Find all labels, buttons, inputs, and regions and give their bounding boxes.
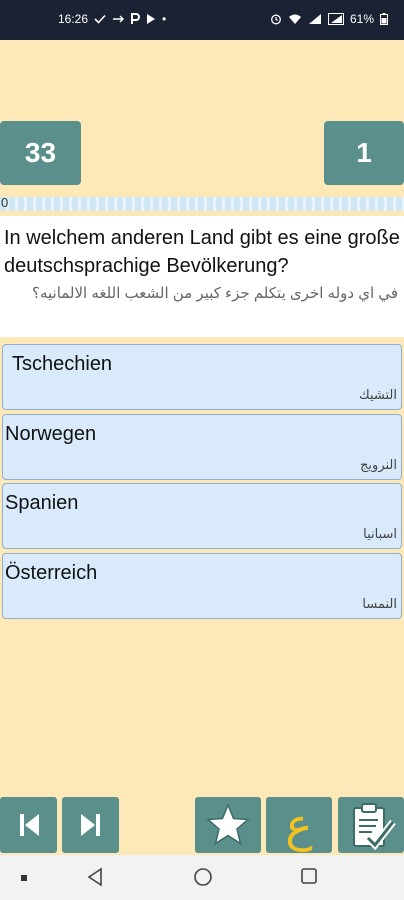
answer-text-german: Norwegen bbox=[5, 423, 97, 445]
answer-text-german: Österreich bbox=[5, 562, 98, 584]
question-card: In welchem anderen Land gibt es eine gro… bbox=[0, 216, 404, 337]
overview-icon[interactable] bbox=[300, 867, 318, 885]
answer-option-1[interactable]: Tschechien التشيك bbox=[2, 344, 402, 410]
wifi-icon bbox=[288, 14, 301, 24]
question-number-counter: 1 bbox=[324, 121, 404, 185]
signal-icon bbox=[308, 14, 321, 24]
check-answers-button[interactable] bbox=[338, 797, 404, 853]
recents-dot-icon[interactable] bbox=[20, 874, 28, 882]
answer-text-arabic: النمسا bbox=[362, 596, 397, 611]
battery-percent: 61% bbox=[349, 12, 374, 26]
answer-text-german: Tschechien bbox=[12, 353, 113, 375]
arabic-letter-icon: ع bbox=[285, 798, 313, 852]
status-left: 16:26 • bbox=[58, 12, 166, 26]
more-dot-icon: • bbox=[162, 12, 167, 26]
answer-option-3[interactable]: Spanien اسبانيا bbox=[2, 483, 402, 549]
skip-previous-icon bbox=[19, 814, 39, 836]
status-time: 16:26 bbox=[58, 12, 89, 26]
answer-text-arabic: التشيك bbox=[359, 387, 397, 402]
skip-next-icon bbox=[80, 814, 100, 836]
usb-icon bbox=[113, 15, 125, 23]
progress-label: 0 bbox=[1, 195, 9, 210]
clipboard-check-icon bbox=[353, 803, 396, 850]
translate-button[interactable]: ع bbox=[266, 797, 332, 853]
answer-text-arabic: اسبانيا bbox=[363, 526, 397, 541]
previous-question-button[interactable] bbox=[0, 797, 57, 853]
answer-option-4[interactable]: Österreich النمسا bbox=[2, 553, 402, 619]
star-icon bbox=[206, 803, 250, 846]
status-right: 61% bbox=[270, 12, 388, 26]
signal-icon-2 bbox=[327, 13, 344, 25]
answer-text-arabic: النرويج bbox=[360, 457, 397, 472]
answer-option-2[interactable]: Norwegen النرويج bbox=[2, 414, 402, 480]
favorite-button[interactable] bbox=[195, 797, 261, 853]
parking-icon bbox=[131, 13, 140, 24]
next-question-button[interactable] bbox=[62, 797, 119, 853]
question-total-counter: 33 bbox=[0, 121, 81, 185]
progress-bar: 0 bbox=[0, 195, 404, 211]
home-icon[interactable] bbox=[193, 867, 213, 887]
question-text-german: In welchem anderen Land gibt es eine gro… bbox=[4, 227, 400, 277]
play-store-icon bbox=[147, 14, 156, 24]
question-text-arabic: في اي دوله اخرى يتكلم جزء كبير من الشعب … bbox=[31, 285, 398, 302]
battery-icon bbox=[380, 13, 388, 25]
status-bar: 16:26 • 61% bbox=[0, 0, 404, 40]
system-navigation-bar bbox=[0, 855, 404, 900]
check-icon bbox=[94, 14, 106, 24]
back-icon[interactable] bbox=[86, 867, 104, 887]
alarm-icon bbox=[271, 14, 281, 25]
answer-text-german: Spanien bbox=[5, 492, 79, 514]
